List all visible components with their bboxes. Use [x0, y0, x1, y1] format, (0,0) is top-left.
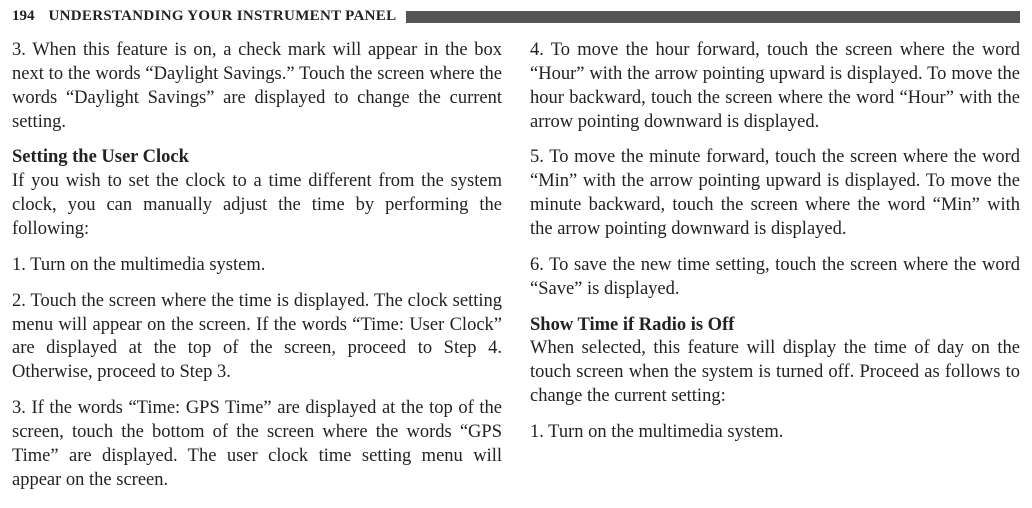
- body-text: 4. To move the hour forward, touch the s…: [530, 39, 1020, 134]
- chapter-title: UNDERSTANDING YOUR INSTRUMENT PANEL: [49, 8, 397, 25]
- section: Setting the User Clock If you wish to se…: [12, 146, 502, 241]
- header-rule: [406, 11, 1020, 23]
- body-text: If you wish to set the clock to a time d…: [12, 170, 502, 242]
- body-text: 1. Turn on the multimedia system.: [530, 421, 1020, 445]
- body-text: When selected, this feature will display…: [530, 337, 1020, 409]
- page-header: 194 UNDERSTANDING YOUR INSTRUMENT PANEL: [12, 8, 1020, 25]
- body-text: 3. If the words “Time: GPS Time” are dis…: [12, 397, 502, 492]
- body-text: 2. Touch the screen where the time is di…: [12, 290, 502, 385]
- right-column: 4. To move the hour forward, touch the s…: [530, 39, 1020, 505]
- body-text: 3. When this feature is on, a check mark…: [12, 39, 502, 134]
- section: Show Time if Radio is Off When selected,…: [530, 314, 1020, 409]
- content-columns: 3. When this feature is on, a check mark…: [12, 39, 1020, 505]
- body-text: 6. To save the new time setting, touch t…: [530, 254, 1020, 302]
- body-text: 1. Turn on the multimedia system.: [12, 254, 502, 278]
- section-heading: Show Time if Radio is Off: [530, 314, 1020, 338]
- page-number: 194: [12, 8, 35, 25]
- left-column: 3. When this feature is on, a check mark…: [12, 39, 502, 505]
- section-heading: Setting the User Clock: [12, 146, 502, 170]
- body-text: 5. To move the minute forward, touch the…: [530, 146, 1020, 241]
